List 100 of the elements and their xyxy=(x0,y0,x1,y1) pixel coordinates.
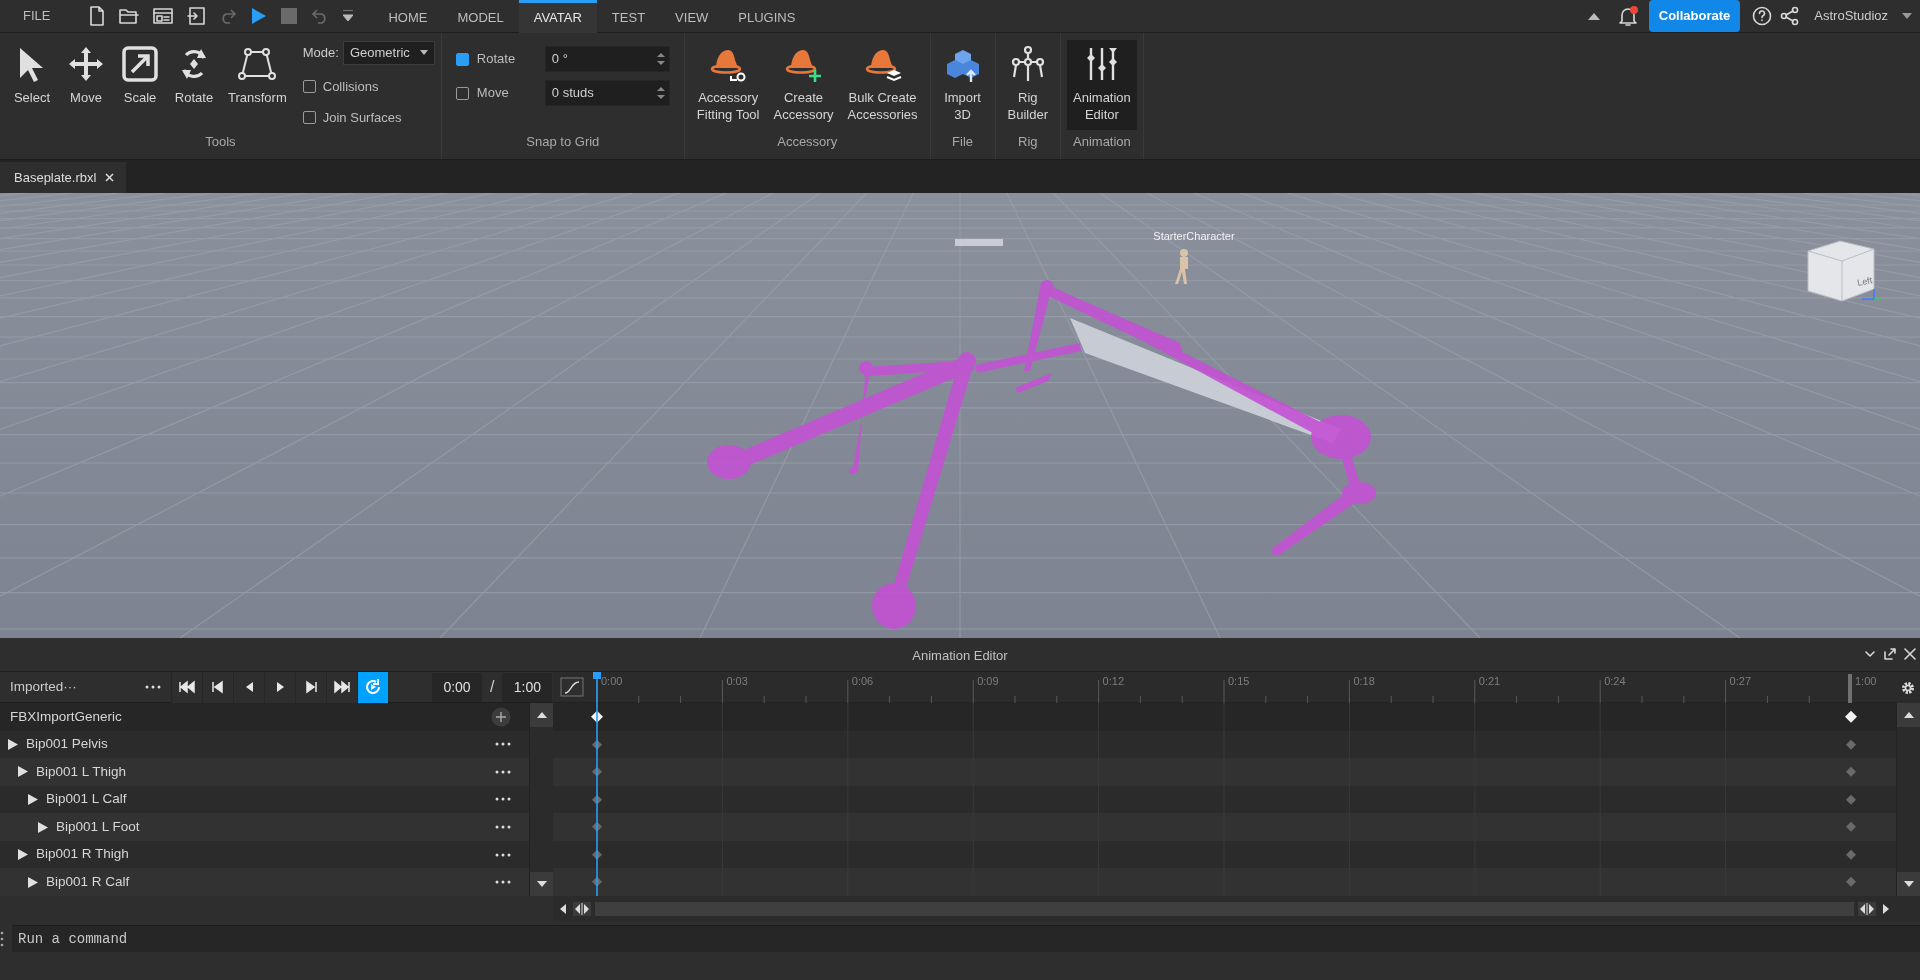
ribbon-button[interactable]: Scale xyxy=(114,40,166,130)
bell-icon[interactable] xyxy=(1616,5,1639,27)
loop-button[interactable] xyxy=(357,671,388,703)
dropdown-icon[interactable] xyxy=(343,10,354,22)
playback-button[interactable] xyxy=(171,671,202,703)
ribbon-button[interactable]: Rig Builder xyxy=(1001,40,1054,130)
track-name[interactable]: Bip001 Pelvis xyxy=(26,734,108,755)
snap-field[interactable]: 0 studs xyxy=(544,80,670,106)
snap-field[interactable]: 0 ° xyxy=(544,46,670,72)
ribbon-button[interactable]: Import 3D xyxy=(936,40,989,130)
menu-tab[interactable]: MODEL xyxy=(442,0,519,33)
spinner-icon[interactable] xyxy=(656,86,665,100)
group-label: Snap to Grid xyxy=(525,133,601,151)
caret-icon[interactable] xyxy=(1902,13,1912,19)
more-icon[interactable] xyxy=(495,825,511,830)
new-file-icon[interactable] xyxy=(89,6,106,26)
expand-icon[interactable] xyxy=(18,849,28,861)
chevron-down-icon[interactable] xyxy=(1864,648,1876,660)
range-handle-icon[interactable] xyxy=(1858,901,1876,916)
ribbon-button[interactable]: Transform xyxy=(222,40,293,130)
add-icon[interactable] xyxy=(491,706,511,727)
playback-button[interactable] xyxy=(233,671,264,703)
menu-tab[interactable]: TEST xyxy=(596,0,661,33)
play-icon[interactable] xyxy=(251,7,268,25)
track-name[interactable]: Bip001 R Thigh xyxy=(36,844,129,865)
more-icon[interactable] xyxy=(495,742,511,747)
window-icon[interactable] xyxy=(153,7,174,25)
track-name[interactable]: Bip001 L Thigh xyxy=(36,761,127,783)
ribbon-button[interactable]: Accessory Fitting Tool xyxy=(690,40,766,130)
time-separator: / xyxy=(490,677,495,697)
more-icon[interactable] xyxy=(495,880,511,885)
file-menu[interactable]: FILE xyxy=(8,0,66,33)
down-icon xyxy=(536,881,547,887)
ribbon-button[interactable]: Select xyxy=(6,40,58,130)
checkbox[interactable] xyxy=(455,52,469,66)
track-name[interactable]: Bip001 L Calf xyxy=(46,789,127,810)
menu-tab[interactable]: HOME xyxy=(373,0,443,33)
menu-tab[interactable]: PLUGINS xyxy=(723,0,811,33)
ribbon-button[interactable]: Bulk Create Accessories xyxy=(841,40,924,130)
redo-icon[interactable] xyxy=(219,8,238,24)
playback-button[interactable] xyxy=(202,671,233,703)
time-label: 0:12 xyxy=(1102,675,1124,687)
expand-icon[interactable] xyxy=(28,793,38,805)
range-handle-icon[interactable] xyxy=(573,901,591,916)
animation-name[interactable]: Imported··· xyxy=(10,676,145,698)
checkbox[interactable] xyxy=(302,111,316,125)
checkbox[interactable] xyxy=(455,86,469,100)
group-label: Animation xyxy=(1072,133,1132,151)
more-icon[interactable] xyxy=(495,769,511,774)
expand-icon[interactable] xyxy=(38,821,48,833)
grip-icon[interactable] xyxy=(0,930,4,947)
playback-button[interactable] xyxy=(326,671,357,703)
import-icon[interactable] xyxy=(187,7,206,25)
keyframe[interactable] xyxy=(1845,710,1857,723)
rig-name: FBXImportGeneric xyxy=(10,707,122,726)
playback-button[interactable] xyxy=(264,671,295,703)
close-icon[interactable] xyxy=(1904,648,1916,660)
scroll-down-button[interactable] xyxy=(1897,872,1920,896)
collapse-ribbon-icon[interactable] xyxy=(1586,11,1601,21)
ribbon-button[interactable]: Create Accessory xyxy=(767,40,840,130)
more-icon[interactable] xyxy=(495,797,511,802)
scroll-down-button[interactable] xyxy=(530,872,553,896)
expand-icon[interactable] xyxy=(18,766,28,778)
expand-icon[interactable] xyxy=(28,876,38,888)
keyframe[interactable] xyxy=(591,710,603,723)
menu-tab[interactable]: AVATAR xyxy=(518,0,597,33)
more-icon[interactable] xyxy=(145,685,161,689)
scroll-up-button[interactable] xyxy=(1897,703,1920,727)
mode-dropdown[interactable]: Geometric xyxy=(342,41,435,65)
character-label: StarterCharacter xyxy=(1153,230,1235,242)
view-cube[interactable] xyxy=(1807,240,1883,302)
close-icon[interactable] xyxy=(105,173,115,182)
end-marker[interactable] xyxy=(1848,674,1852,703)
playback-button[interactable] xyxy=(295,671,326,703)
group-label: Tools xyxy=(204,133,237,151)
more-icon[interactable] xyxy=(495,852,511,857)
settings-icon[interactable] xyxy=(1901,680,1915,695)
menu-tab[interactable]: VIEW xyxy=(660,0,724,33)
stop-icon[interactable] xyxy=(281,8,298,24)
help-icon[interactable] xyxy=(1752,6,1773,26)
ribbon-button[interactable]: Rotate xyxy=(168,40,220,130)
document-tab[interactable]: Baseplate.rbxl xyxy=(0,162,127,193)
command-input[interactable]: Run a command xyxy=(12,925,1920,952)
option-label: Rotate xyxy=(476,50,517,69)
expand-icon[interactable] xyxy=(8,738,18,750)
track-name[interactable]: Bip001 R Calf xyxy=(46,872,130,893)
scroll-up-button[interactable] xyxy=(530,703,553,727)
spinner-icon[interactable] xyxy=(656,52,665,66)
popout-icon[interactable] xyxy=(1884,648,1896,660)
time-label: 0:09 xyxy=(977,675,999,687)
folder-icon[interactable] xyxy=(119,7,140,25)
current-time-field[interactable]: 0:00 xyxy=(432,672,482,702)
checkbox[interactable] xyxy=(302,79,316,93)
ribbon-button[interactable]: Move xyxy=(60,40,112,130)
ribbon-button[interactable]: Animation Editor xyxy=(1067,40,1137,130)
track-name[interactable]: Bip001 L Foot xyxy=(56,816,140,838)
share-icon[interactable] xyxy=(1780,6,1801,26)
user-name[interactable]: AstroStudioz xyxy=(1814,6,1888,26)
collaborate-button[interactable]: Collaborate xyxy=(1648,0,1741,32)
end-time-field[interactable]: 1:00 xyxy=(502,672,553,702)
